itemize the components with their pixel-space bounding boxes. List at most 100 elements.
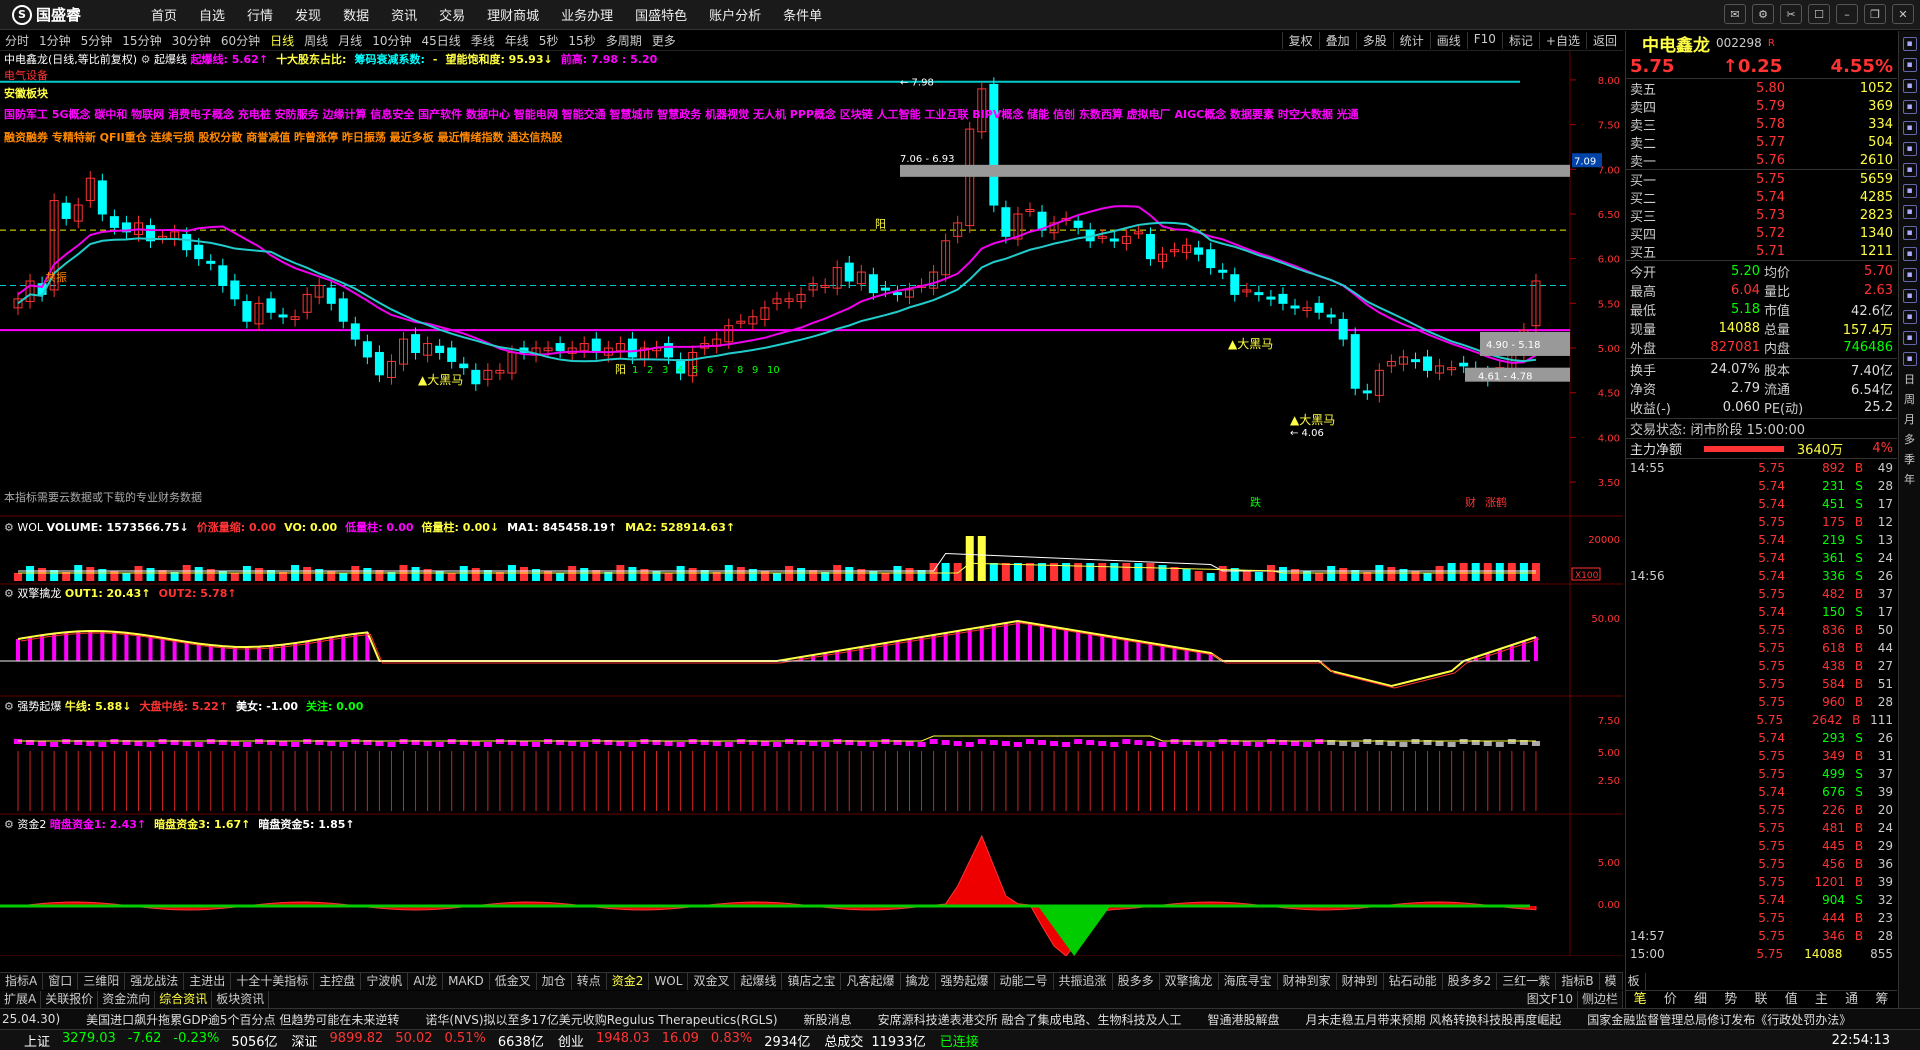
indicator-tab-10[interactable]: 低金叉 [490, 973, 537, 990]
indicator-tab-7[interactable]: 宁波帆 [361, 973, 409, 990]
restore-icon[interactable]: ❐ [1864, 4, 1886, 24]
tick-list[interactable]: 14:55 5.75 892 B 49 5.74 231 S 28 5.74 451 S 17 5.75 1… [1626, 459, 1897, 963]
side-tab-8[interactable]: 筹 [1867, 991, 1897, 1008]
skin-icon[interactable]: ☐ [1808, 4, 1830, 24]
indicator-tab-25[interactable]: 海底寻宝 [1219, 973, 1278, 990]
period-tab-4[interactable]: 30分钟 [167, 34, 216, 48]
tool-8[interactable]: 返回 [1585, 32, 1623, 49]
indicator-tab-13[interactable]: 资金2 [607, 973, 650, 990]
right-icon[interactable]: ▪ [1902, 352, 1917, 366]
alert-icon[interactable]: ▪ [1902, 226, 1917, 240]
message-icon[interactable]: ✉ [1724, 4, 1746, 24]
period-tab-0[interactable]: 分时 [0, 34, 34, 48]
indicator-tab-14[interactable]: WOL [649, 973, 689, 990]
news-item-4[interactable]: 安席源科技递表港交所 融合了集成电路、生物科技及人工 [878, 1011, 1182, 1028]
indicator-tab-32[interactable]: 模 [1600, 973, 1623, 990]
f10-icon[interactable]: ▪ [1902, 121, 1917, 135]
indicator-tab-19[interactable]: 擒龙 [901, 973, 936, 990]
indicator-tab-5[interactable]: 十全十美指标 [231, 973, 315, 990]
news-item-3[interactable]: 新股消息 [804, 1011, 852, 1028]
left-icon[interactable]: ▪ [1902, 331, 1917, 345]
macd-icon[interactable]: ▪ [1902, 163, 1917, 177]
indicator-tab-8[interactable]: AI龙 [408, 973, 444, 990]
indicator-tab-9[interactable]: MAKD [443, 973, 490, 990]
vstrip-period-3[interactable]: 多 [1904, 433, 1915, 446]
menu-item-0[interactable]: 首页 [140, 5, 188, 24]
close-icon[interactable]: ✕ [1892, 4, 1914, 24]
index-0[interactable]: 上证 3279.03 -7.62 -0.23% 5056亿 [24, 1031, 278, 1050]
period-tab-11[interactable]: 季线 [466, 34, 500, 48]
tool-0[interactable]: 复权 [1281, 32, 1319, 49]
vstrip-period-4[interactable]: 季 [1904, 453, 1915, 466]
period-tab-6[interactable]: 日线 [265, 34, 299, 48]
boll-icon[interactable]: ▪ [1902, 205, 1917, 219]
down-icon[interactable]: ▪ [1902, 310, 1917, 324]
period-tab-15[interactable]: 多周期 [601, 34, 647, 48]
index-1[interactable]: 深证 9899.82 50.02 0.51% 6638亿 [292, 1031, 544, 1050]
fund-icon[interactable]: ▪ [1902, 100, 1917, 114]
ext-tab-2[interactable]: 资金流向 [98, 991, 156, 1008]
tool-7[interactable]: +自选 [1538, 32, 1586, 49]
settings-icon[interactable]: ⚙ [1752, 4, 1774, 24]
indicator-tab-28[interactable]: 钻石动能 [1384, 973, 1443, 990]
indicator-tab-22[interactable]: 共振追涨 [1054, 973, 1113, 990]
zoom-in-icon[interactable]: ▪ [1902, 247, 1917, 261]
up-icon[interactable]: ▪ [1902, 289, 1917, 303]
period-tab-8[interactable]: 月线 [333, 34, 367, 48]
side-tab-2[interactable]: 细 [1685, 991, 1715, 1008]
period-tab-1[interactable]: 1分钟 [34, 34, 76, 48]
period-tab-3[interactable]: 15分钟 [117, 34, 166, 48]
side-tab-7[interactable]: 通 [1837, 991, 1867, 1008]
tool-2[interactable]: 多股 [1355, 32, 1393, 49]
indicator-gear-icon[interactable]: ⚙ [141, 53, 151, 66]
side-tab-0[interactable]: 笔 [1625, 991, 1655, 1008]
indicator-tab-4[interactable]: 主进出 [184, 973, 232, 990]
indicator-tab-20[interactable]: 强势起爆 [936, 973, 995, 990]
period-tab-7[interactable]: 周线 [299, 34, 333, 48]
minimize-icon[interactable]: – [1836, 4, 1858, 24]
tools-icon[interactable]: ✂ [1780, 4, 1802, 24]
ext-tab-0[interactable]: 扩展A [0, 991, 42, 1008]
indicator-tab-17[interactable]: 镇店之宝 [782, 973, 842, 990]
side-tab-4[interactable]: 联 [1746, 991, 1776, 1008]
period-tab-14[interactable]: 15秒 [563, 34, 600, 48]
menu-item-3[interactable]: 发现 [284, 5, 332, 24]
vstrip-period-1[interactable]: 周 [1904, 393, 1915, 406]
vstrip-period-0[interactable]: 日 [1904, 373, 1915, 386]
indicator-tab-26[interactable]: 财神到家 [1278, 973, 1337, 990]
indicator-tab-27[interactable]: 财神到 [1337, 973, 1384, 990]
vstrip-period-5[interactable]: 年 [1904, 473, 1915, 486]
side-tab-5[interactable]: 值 [1776, 991, 1806, 1008]
menu-item-11[interactable]: 条件单 [772, 5, 833, 24]
tool-5[interactable]: F10 [1466, 32, 1502, 49]
news-item-1[interactable]: 美国进口飙升拖累GDP逾5个百分点 但趋势可能在未来逆转 [86, 1011, 399, 1028]
indicator-tab-12[interactable]: 转点 [572, 973, 607, 990]
dragon-gear-icon[interactable]: ⚙ [4, 587, 14, 600]
menu-item-2[interactable]: 行情 [236, 5, 284, 24]
menu-item-7[interactable]: 理财商城 [476, 5, 550, 24]
chart-icon[interactable]: ▪ [1902, 58, 1917, 72]
menu-item-8[interactable]: 业务办理 [550, 5, 624, 24]
indicator-tab-0[interactable]: 指标A [0, 973, 44, 990]
menu-item-10[interactable]: 账户分析 [698, 5, 772, 24]
zoom-out-icon[interactable]: ▪ [1902, 268, 1917, 282]
tool-6[interactable]: 标记 [1501, 32, 1539, 49]
news-ticker[interactable]: 25.04.30) 美国进口飙升拖累GDP逾5个百分点 但趋势可能在未来逆转 诺华(… [0, 1008, 1920, 1029]
ext-tab-3[interactable]: 综合资讯 [155, 991, 213, 1008]
period-tab-2[interactable]: 5分钟 [76, 34, 118, 48]
strong-gear-icon[interactable]: ⚙ [4, 700, 14, 713]
fund-gear-icon[interactable]: ⚙ [4, 818, 14, 831]
period-tab-12[interactable]: 年线 [500, 34, 534, 48]
kline-icon[interactable]: ▪ [1902, 79, 1917, 93]
indicator-tab-2[interactable]: 三维阳 [78, 973, 126, 990]
index-2[interactable]: 创业 1948.03 16.09 0.83% 2934亿 [558, 1031, 810, 1050]
news-item-7[interactable]: 国家金融监督管理总局修订发布《行政处罚办法》 [1587, 1011, 1851, 1028]
indicator-tab-6[interactable]: 主控盘 [314, 973, 362, 990]
vol-gear-icon[interactable]: ⚙ [4, 521, 14, 534]
indicator-tab-30[interactable]: 三红一紫 [1497, 973, 1557, 990]
rsi-icon[interactable]: ▪ [1902, 142, 1917, 156]
indicator-tab-21[interactable]: 动能二号 [995, 973, 1054, 990]
tool-4[interactable]: 画线 [1429, 32, 1467, 49]
vstrip-period-2[interactable]: 月 [1904, 413, 1915, 426]
news-item-0[interactable]: 25.04.30) [2, 1012, 60, 1026]
